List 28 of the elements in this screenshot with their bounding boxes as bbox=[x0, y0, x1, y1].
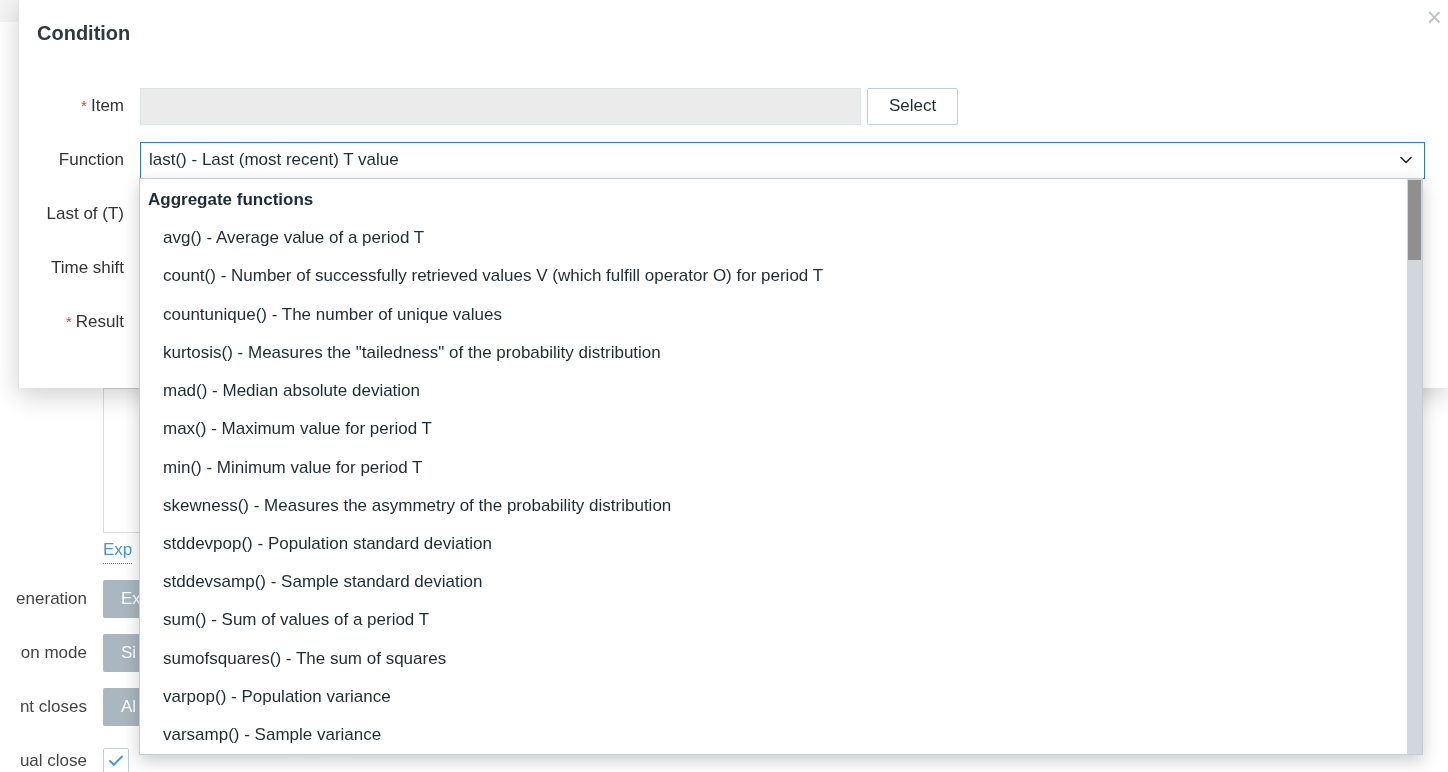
dropdown-option[interactable]: count() - Number of successfully retrieved values V (which fulfill operator O) for period T bbox=[140, 256, 1407, 296]
field-label: eneration bbox=[15, 587, 87, 610]
dropdown-option[interactable]: avg() - Average value of a period T bbox=[140, 218, 1407, 257]
dropdown-option[interactable]: kurtosis() - Measures the "tailedness" of the probability distribution bbox=[140, 333, 1407, 372]
required-mark: * bbox=[81, 95, 87, 116]
select-button[interactable]: Select bbox=[867, 87, 958, 125]
required-mark: * bbox=[65, 311, 72, 332]
field-label: Item bbox=[90, 95, 124, 118]
field-label: Last of (T) bbox=[46, 203, 124, 226]
dropdown-option[interactable]: min() - Minimum value for period T bbox=[140, 448, 1407, 487]
field-label: nt closes bbox=[18, 695, 87, 718]
dropdown-option[interactable]: mad() - Median absolute deviation bbox=[140, 371, 1407, 410]
item-field[interactable] bbox=[140, 87, 861, 125]
field-label: Result bbox=[75, 311, 124, 334]
field-label: Function bbox=[58, 149, 124, 172]
scrollbar[interactable] bbox=[1407, 179, 1422, 754]
field-label: Time shift bbox=[50, 257, 124, 280]
field-label: ual close bbox=[18, 749, 87, 772]
dropdown-option[interactable]: countunique() - The number of unique values bbox=[140, 295, 1407, 334]
scrollbar-thumb[interactable] bbox=[1408, 180, 1421, 260]
function-select[interactable]: last() - Last (most recent) T value bbox=[140, 141, 1425, 179]
dropdown-option[interactable]: stddevpop() - Population standard deviation bbox=[140, 524, 1407, 563]
dialog-title: Condition bbox=[37, 21, 131, 46]
dropdown-option[interactable]: max() - Maximum value for period T bbox=[140, 409, 1407, 449]
field-label: on mode bbox=[19, 641, 87, 664]
checkbox[interactable] bbox=[103, 747, 129, 772]
option-group-header: Aggregate functions bbox=[147, 189, 315, 212]
dropdown-option[interactable]: skewness() - Measures the asymmetry of the probability distribution bbox=[140, 486, 1407, 525]
